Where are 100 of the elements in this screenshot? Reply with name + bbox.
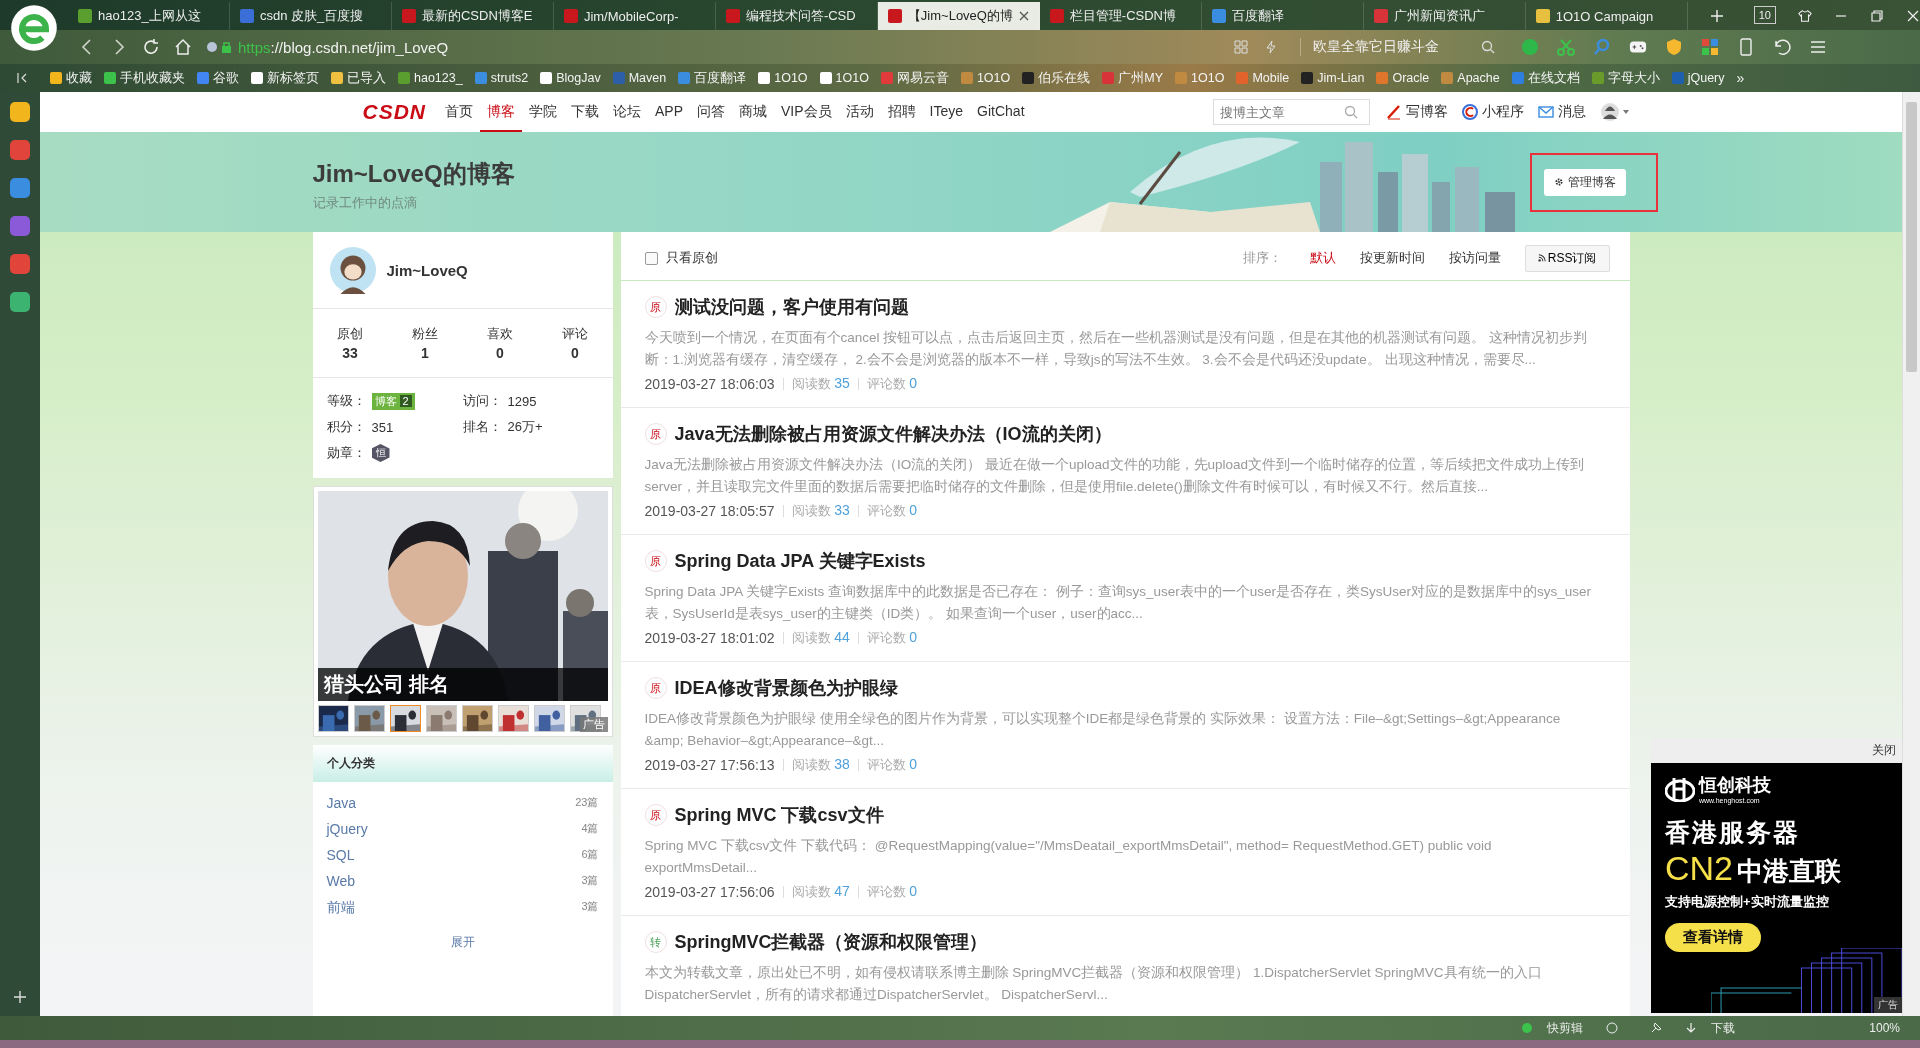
stat-label: 原创 xyxy=(337,325,363,343)
bookmark-item[interactable]: 广州MY xyxy=(1102,69,1164,87)
zoom-level[interactable]: 100% xyxy=(1869,1021,1900,1035)
nav-link[interactable]: 下载 xyxy=(564,92,606,132)
nav-link[interactable]: APP xyxy=(648,92,691,132)
bookmark-item[interactable]: 手机收藏夹 xyxy=(104,69,185,87)
article-date: 2019-03-27 18:05:57 xyxy=(644,503,775,519)
category-item[interactable]: 前端 3篇 xyxy=(312,894,613,922)
browser-tab[interactable]: 【Jim~LoveQ的博 xyxy=(877,2,1040,30)
sort-option[interactable]: 按访问量 xyxy=(1448,249,1501,267)
info-label: 积分： xyxy=(326,418,366,436)
download-item[interactable]: 下载 xyxy=(1711,1019,1736,1037)
read-count: 阅读数 47 xyxy=(791,883,850,901)
bookmark-item[interactable]: 字母大小 xyxy=(1591,69,1660,87)
bookmark-item[interactable]: 1O1O xyxy=(758,71,808,85)
article-summary: Java无法删除被占用资源文件解决办法（IO流的关闭） 最近在做一个upload文件的功能，先upload文件到一个临时储存的位置，等后续把文件成功上传到server，并且读取完文件里面的数据后需要把临时储存的文件删除，但是使用file.delete()删除文件有时候可以，有时候又不行。然后直接... xyxy=(644,456,1586,496)
article-title[interactable]: IDEA修改背景颜色为护眼绿 xyxy=(674,676,898,700)
stat-value: 0 xyxy=(496,345,504,361)
medal-badge[interactable]: 恒 xyxy=(371,444,390,462)
tab-count[interactable]: 10 xyxy=(1753,6,1776,24)
info-value: 26万+ xyxy=(507,418,543,436)
original-only-checkbox[interactable]: 只看原创 xyxy=(644,249,718,267)
nav-link[interactable]: 问答 xyxy=(690,92,733,132)
header-link[interactable]: 消息 xyxy=(1537,103,1586,121)
expand-link[interactable]: 展开 xyxy=(312,934,613,951)
bookmark-item[interactable]: 网易云音 xyxy=(880,69,949,87)
manage-blog-button[interactable]: 管理博客 xyxy=(1543,168,1626,196)
comment-count: 评论数 0 xyxy=(866,375,918,393)
stat-label: 粉丝 xyxy=(412,325,438,343)
bookmark-item[interactable]: hao123_ xyxy=(398,71,463,85)
bookmark-item[interactable]: 在线文档 xyxy=(1511,69,1580,87)
sort-option[interactable]: 默认 xyxy=(1309,249,1336,267)
ad-cta-button[interactable]: 查看详情 xyxy=(1665,923,1761,952)
rss-button[interactable]: RSS订阅 xyxy=(1524,244,1610,272)
stat-value: 0 xyxy=(571,345,579,361)
nav-link[interactable]: VIP会员 xyxy=(774,92,839,132)
article-summary: IDEA修改背景颜色为护眼绿 使用全绿色的图片作为背景，可以实现整个IDE都是绿色背景的 实际效果： 设置方法：File–&gt;Settings–&gt;Appearance &amp; Behavior–&gt;Appearance–&gt... xyxy=(644,710,1562,750)
sort-label: 排序： xyxy=(1242,249,1282,267)
bookmark-item[interactable]: 新标签页 xyxy=(251,69,319,87)
bookmark-item[interactable]: 百度翻译 xyxy=(678,69,747,87)
article-title[interactable]: Spring Data JPA 关键字Exists xyxy=(674,549,926,573)
status-item[interactable]: 快剪辑 xyxy=(1547,1019,1584,1037)
comment-count: 评论数 0 xyxy=(866,883,918,901)
bookmark-item[interactable]: struts2 xyxy=(474,71,529,85)
article-title[interactable]: SpringMVC拦截器（资源和权限管理） xyxy=(674,930,988,954)
category-item[interactable]: Web 3篇 xyxy=(312,868,613,894)
bookmark-item[interactable]: 已导入 xyxy=(331,69,386,87)
bookmark-item[interactable]: Mobile xyxy=(1236,71,1290,85)
info-label: 访问： xyxy=(462,392,502,410)
article-date: 2019-03-27 17:56:13 xyxy=(644,757,775,773)
nav-link[interactable]: GitChat xyxy=(970,92,1032,132)
comment-count: 评论数 0 xyxy=(866,502,918,520)
bookmark-item[interactable]: Oracle xyxy=(1376,71,1430,85)
user-name[interactable]: Jim~LoveQ xyxy=(386,261,468,279)
article-title[interactable]: Spring MVC 下载csv文件 xyxy=(674,803,884,827)
csdn-logo[interactable]: CSDN xyxy=(362,100,426,124)
category-item[interactable]: SQL 6篇 xyxy=(312,842,613,868)
bookmark-item[interactable]: 1O1O xyxy=(1175,71,1225,85)
bookmark-item[interactable]: 谷歌 xyxy=(197,69,239,87)
stat-value: 1 xyxy=(421,345,429,361)
article-summary: 今天喷到一个情况，在页面有个cancel 按钮可以点，点击后返回主页，然后在一些机器测试是没有问题，但是在其他的机器测试有问题。 这种情况初步判断：1.浏览器有缓存，清空缓存， 2.会不会是浏览器的版本不一样，导致js的写法不生效。 3.会不会是代码还没update。 出现这种情况，需要尽... xyxy=(644,329,1589,369)
bookmark-item[interactable]: 收藏 xyxy=(50,69,92,87)
bookmark-item[interactable]: Jim-Lian xyxy=(1301,71,1365,85)
nav-link[interactable]: 论坛 xyxy=(606,92,648,132)
section-title: 个人分类 xyxy=(326,756,375,770)
category-item[interactable]: jQuery 4篇 xyxy=(312,816,613,842)
ad-brand: 恒创科技 xyxy=(1699,774,1771,797)
article-title[interactable]: 测试没问题，客户使用有问题 xyxy=(674,295,909,319)
bookmark-item[interactable]: jQuery xyxy=(1671,71,1725,85)
nav-link[interactable]: ITeye xyxy=(922,92,971,132)
blog-title: Jim~LoveQ的博客 xyxy=(312,159,515,189)
article-date: 2019-03-27 18:06:03 xyxy=(644,376,775,392)
info-label: 等级： xyxy=(326,392,366,410)
comment-count: 评论数 0 xyxy=(866,756,918,774)
nav-link[interactable]: 活动 xyxy=(838,92,881,132)
article-summary: Spring Data JPA 关键字Exists 查询数据库中的此数据是否已存在： 例子：查询sys_user表中的一个user是否存在，类SysUser对应的是数据库中的sys_user表，SysUserId是表sys_user的主键类（ID类）。 如果查询一个user，user的acc... xyxy=(644,583,1593,623)
article-date: 2019-03-27 17:56:06 xyxy=(644,884,775,900)
ad-highlight: CN2 xyxy=(1665,849,1734,888)
nav-link[interactable]: 首页 xyxy=(438,92,480,132)
article-title[interactable]: Java无法删除被占用资源文件解决办法（IO流的关闭） xyxy=(674,422,1112,446)
nav-link[interactable]: 商城 xyxy=(732,92,775,132)
header-link[interactable]: 写博客 xyxy=(1385,103,1448,121)
nav-link[interactable]: 招聘 xyxy=(880,92,923,132)
bookmark-item[interactable]: BlogJav xyxy=(540,71,601,85)
more-bookmarks[interactable]: » xyxy=(1736,70,1745,86)
bookmark-item[interactable]: 伯乐在线 xyxy=(1022,69,1091,87)
bookmark-item[interactable]: Maven xyxy=(612,71,667,85)
search-field[interactable]: 搜博主文章 xyxy=(1212,99,1370,125)
bookmark-item[interactable]: 1O1O xyxy=(819,71,869,85)
ad-caption[interactable]: 猎头公司 排名 xyxy=(317,668,608,701)
close-ad-link[interactable]: 关闭 xyxy=(1872,743,1896,757)
category-item[interactable]: Java 23篇 xyxy=(312,790,613,816)
nav-link[interactable]: 学院 xyxy=(522,92,564,132)
bookmark-item[interactable]: 1O1O xyxy=(960,71,1011,85)
bookmark-item[interactable]: Apache xyxy=(1441,71,1500,85)
read-count: 阅读数 44 xyxy=(791,629,850,647)
sort-option[interactable]: 按更新时间 xyxy=(1359,249,1425,267)
blog-subtitle: 记录工作中的点滴 xyxy=(312,194,418,212)
ad-headline: 中港直联 xyxy=(1737,855,1842,888)
header-link[interactable]: 小程序 xyxy=(1461,103,1524,121)
